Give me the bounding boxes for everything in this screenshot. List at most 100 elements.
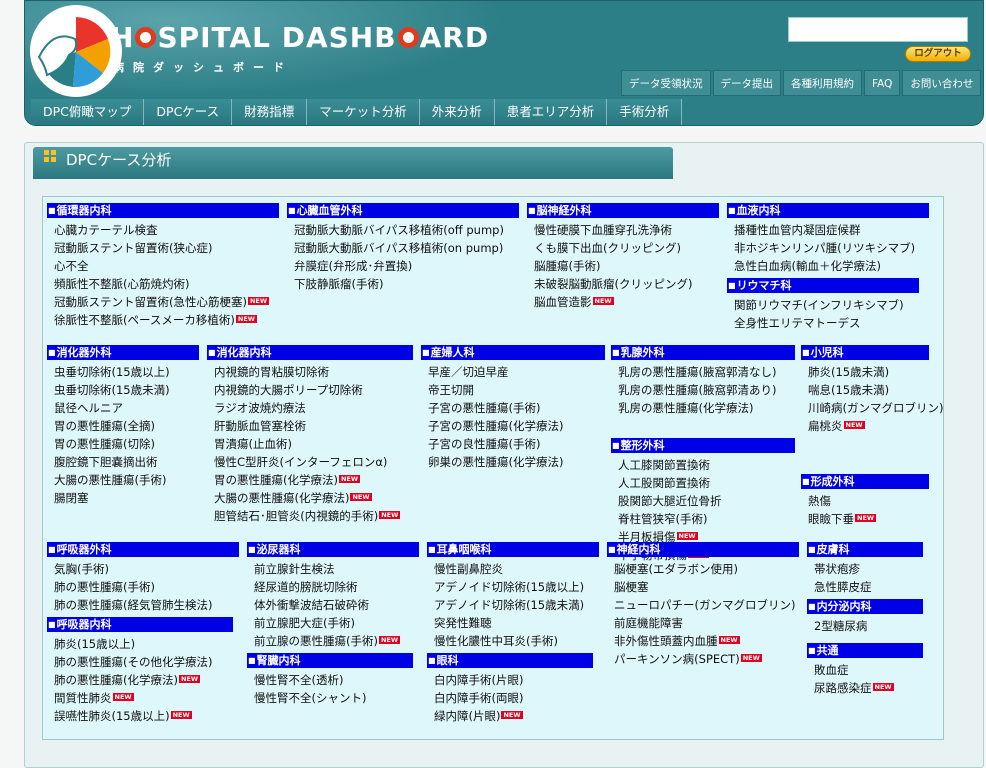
case-link[interactable]: 胃の悪性腫瘍(全摘) <box>54 418 155 434</box>
case-link[interactable]: ラジオ波焼灼療法 <box>214 400 306 416</box>
case-link[interactable]: 間質性肺炎 NEW <box>54 690 134 706</box>
case-link[interactable]: 前立腺の悪性腫瘍(手術) NEW <box>254 633 401 649</box>
case-link[interactable]: 頻脈性不整脈(心筋焼灼術) <box>54 276 189 292</box>
case-link[interactable]: 熱傷 <box>808 493 831 509</box>
logout-button[interactable]: ログアウト <box>905 46 971 62</box>
case-link[interactable]: 心不全 <box>54 258 89 274</box>
case-link[interactable]: 脳血管造影 NEW <box>534 294 614 310</box>
case-link[interactable]: 未破裂脳動脈瘤(クリッピング) <box>534 276 692 292</box>
main-nav-tab[interactable]: 患者エリア分析 <box>494 99 608 125</box>
case-link[interactable]: 子宮の良性腫瘍(手術) <box>428 436 540 452</box>
main-nav-tab[interactable]: DPCケース <box>144 99 233 125</box>
case-link[interactable]: 脳梗塞(エダラボン使用) <box>614 561 738 577</box>
case-link[interactable]: 播種性血管内凝固症候群 <box>734 222 861 238</box>
case-link[interactable]: 急性膵皮症 <box>814 579 872 595</box>
case-link[interactable]: 慢性硬膜下血腫穿孔洗浄術 <box>534 222 672 238</box>
case-link[interactable]: 大腸の悪性腫瘍(手術) <box>54 472 166 488</box>
case-link[interactable]: 慢性副鼻腔炎 <box>434 561 503 577</box>
case-link[interactable]: 肺の悪性腫瘍(手術) <box>54 579 155 595</box>
case-link[interactable]: くも膜下出血(クリッピング) <box>534 240 681 256</box>
case-link[interactable]: 関節リウマチ(インフリキシマブ) <box>734 297 904 313</box>
case-link[interactable]: 脊柱管狭窄(手術) <box>618 511 707 527</box>
util-nav-item[interactable]: FAQ <box>864 70 901 96</box>
case-link[interactable]: 早産／切迫早産 <box>428 364 509 380</box>
case-link[interactable]: 乳房の悪性腫瘍(化学療法) <box>618 400 753 416</box>
case-link[interactable]: 虫垂切除術(15歳未満) <box>54 382 170 398</box>
case-link[interactable]: 股関節大腿近位骨折 <box>618 493 722 509</box>
main-nav-tab[interactable]: 財務指標 <box>232 99 308 125</box>
case-link[interactable]: 内視鏡的大腸ポリープ切除術 <box>214 382 363 398</box>
case-link[interactable]: 慢性腎不全(シャント) <box>254 690 366 706</box>
case-link[interactable]: 人工膝関節置換術 <box>618 457 710 473</box>
case-link[interactable]: 弁膜症(弁形成･弁置換) <box>294 258 412 274</box>
case-link[interactable]: 胃の悪性腫瘍(化学療法) NEW <box>214 472 361 488</box>
case-link[interactable]: アデノイド切除術(15歳未満) <box>434 597 584 613</box>
case-link[interactable]: 腹腔鏡下胆嚢摘出術 <box>54 454 158 470</box>
case-link[interactable]: 非外傷性頭蓋内血腫 NEW <box>614 633 740 649</box>
main-nav-tab[interactable]: マーケット分析 <box>307 99 420 125</box>
case-link[interactable]: 腸閉塞 <box>54 490 89 506</box>
case-link[interactable]: 誤嚥性肺炎(15歳以上) NEW <box>54 708 192 724</box>
case-link[interactable]: 慢性C型肝炎(インターフェロンα) <box>214 454 387 470</box>
case-link[interactable]: 肺炎(15歳未満) <box>808 364 889 380</box>
case-link[interactable]: 鼠径ヘルニア <box>54 400 123 416</box>
case-link[interactable]: 前立腺肥大症(手術) <box>254 615 355 631</box>
case-link[interactable]: 慢性化膿性中耳炎(手術) <box>434 633 558 649</box>
case-link[interactable]: 敗血症 <box>814 662 849 678</box>
case-link[interactable]: 胃の悪性腫瘍(切除) <box>54 436 155 452</box>
case-link[interactable]: 冠動脈大動脈バイパス移植術(on pump) <box>294 240 503 256</box>
case-link[interactable]: 人工股関節置換術 <box>618 475 710 491</box>
case-link[interactable]: 白内障手術(両眼) <box>434 690 523 706</box>
case-link[interactable]: 帯状疱疹 <box>814 561 860 577</box>
util-nav-item[interactable]: データ提出 <box>712 70 781 96</box>
case-link[interactable]: 卵巣の悪性腫瘍(化学療法) <box>428 454 563 470</box>
case-link[interactable]: 帝王切開 <box>428 382 474 398</box>
case-link[interactable]: パーキンソン病(SPECT) NEW <box>614 651 762 667</box>
case-link[interactable]: 体外衝撃波結石破砕術 <box>254 597 369 613</box>
case-link[interactable]: 内視鏡的胃粘膜切除術 <box>214 364 329 380</box>
case-link[interactable]: 全身性エリテマトーデス <box>734 315 861 331</box>
case-link[interactable]: 慢性腎不全(透析) <box>254 672 343 688</box>
search-input[interactable] <box>788 17 968 42</box>
case-link[interactable]: 経尿道的膀胱切除術 <box>254 579 358 595</box>
case-link[interactable]: 前立腺針生検法 <box>254 561 335 577</box>
case-link[interactable]: 脳梗塞 <box>614 579 649 595</box>
case-link[interactable]: 2型糖尿病 <box>814 618 867 634</box>
case-link[interactable]: 突発性難聴 <box>434 615 492 631</box>
util-nav-item[interactable]: データ受領状況 <box>621 70 711 96</box>
case-link[interactable]: 心臓カテーテル検査 <box>54 222 158 238</box>
case-link[interactable]: 尿路感染症 NEW <box>814 680 894 696</box>
case-link[interactable]: 胆管結石･胆管炎(内視鏡的手術) NEW <box>214 508 401 524</box>
case-link[interactable]: 胃潰瘍(止血術) <box>214 436 292 452</box>
case-link[interactable]: 脳腫瘍(手術) <box>534 258 600 274</box>
case-link[interactable]: 冠動脈ステント留置術(急性心筋梗塞) NEW <box>54 294 270 310</box>
case-link[interactable]: 白内障手術(片眼) <box>434 672 523 688</box>
case-link[interactable]: 冠動脈大動脈バイパス移植術(off pump) <box>294 222 504 238</box>
case-link[interactable]: 肺の悪性腫瘍(化学療法) NEW <box>54 672 201 688</box>
case-link[interactable]: 虫垂切除術(15歳以上) <box>54 364 170 380</box>
case-link[interactable]: 急性白血病(輸血＋化学療法) <box>734 258 881 274</box>
case-link[interactable]: 肝動脈血管塞栓術 <box>214 418 306 434</box>
case-link[interactable]: 下肢静脈瘤(手術) <box>294 276 383 292</box>
case-link[interactable]: アデノイド切除術(15歳以上) <box>434 579 584 595</box>
case-link[interactable]: 前庭機能障害 <box>614 615 683 631</box>
case-link[interactable]: 肺の悪性腫瘍(経気管肺生検法) <box>54 597 212 613</box>
case-link[interactable]: 子宮の悪性腫瘍(手術) <box>428 400 540 416</box>
case-link[interactable]: 肺炎(15歳以上) <box>54 636 135 652</box>
case-link[interactable]: 緑内障(片眼) NEW <box>434 708 523 724</box>
case-link[interactable]: 喘息(15歳未満) <box>808 382 889 398</box>
case-link[interactable]: 気胸(手術) <box>54 561 109 577</box>
case-link[interactable]: 子宮の悪性腫瘍(化学療法) <box>428 418 563 434</box>
case-link[interactable]: 乳房の悪性腫瘍(腋窩郭清なし) <box>618 364 776 380</box>
case-link[interactable]: ニューロパチー(ガンマグロブリン) <box>614 597 795 613</box>
case-link[interactable]: 乳房の悪性腫瘍(腋窩郭清あり) <box>618 382 776 398</box>
case-link[interactable]: 非ホジキンリンパ腫(リツキシマブ) <box>734 240 915 256</box>
case-link[interactable]: 肺の悪性腫瘍(その他化学療法) <box>54 654 212 670</box>
case-link[interactable]: 大腸の悪性腫瘍(化学療法) NEW <box>214 490 372 506</box>
case-link[interactable]: 川崎病(ガンマグロブリン) <box>808 400 943 416</box>
util-nav-item[interactable]: お問い合わせ <box>902 70 982 96</box>
case-link[interactable]: 眼瞼下垂 NEW <box>808 511 877 527</box>
case-link[interactable]: 冠動脈ステント留置術(狭心症) <box>54 240 212 256</box>
main-nav-tab[interactable]: DPC俯瞰マップ <box>31 99 145 125</box>
case-link[interactable]: 徐脈性不整脈(ペースメーカ移植術) NEW <box>54 312 257 328</box>
